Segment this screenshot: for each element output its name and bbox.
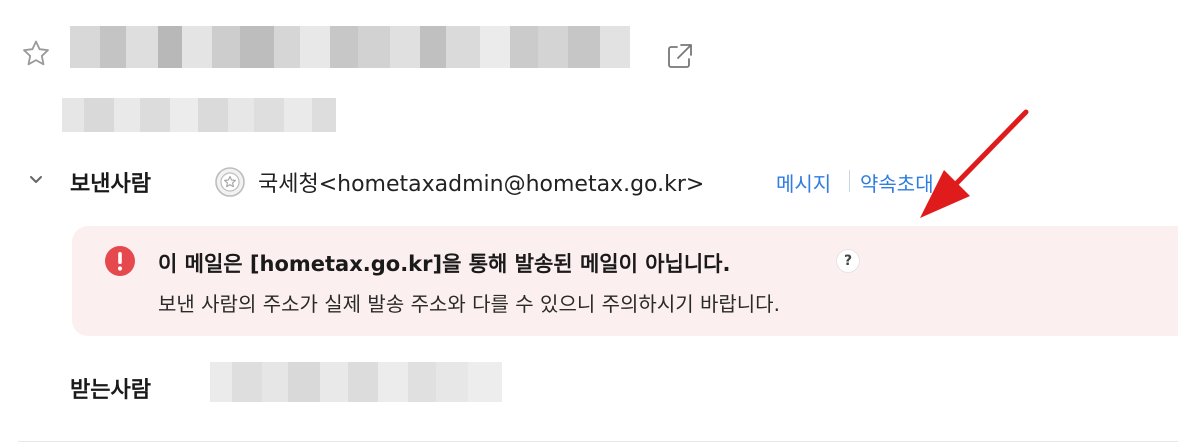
date-redacted [62, 98, 336, 132]
sender-label: 보낸사람 [70, 172, 151, 197]
action-divider [849, 170, 850, 192]
warning-title: 이 메일은 [hometax.go.kr]을 통해 발송된 메일이 아닙니다. [158, 252, 731, 276]
subject-redacted [70, 26, 630, 68]
recipient-redacted [210, 362, 502, 402]
sender-address: 국세청<hometaxadmin@hometax.go.kr> [258, 172, 705, 197]
recipient-label: 받는사람 [70, 378, 151, 403]
open-in-new-window-icon[interactable] [664, 40, 696, 72]
chevron-down-icon[interactable] [26, 172, 46, 188]
message-link[interactable]: 메시지 [776, 168, 831, 197]
star-icon[interactable] [20, 38, 52, 70]
warning-description: 보낸 사람의 주소가 실제 발송 주소와 다를 수 있으니 주의하시기 바랍니다… [158, 292, 780, 316]
spoofing-warning-box [72, 226, 1178, 336]
section-divider [18, 441, 1178, 442]
annotation-arrow [920, 109, 1029, 218]
sender-profile-icon [215, 167, 245, 197]
exclamation-circle-icon [105, 246, 135, 276]
help-icon[interactable]: ? [836, 249, 860, 273]
